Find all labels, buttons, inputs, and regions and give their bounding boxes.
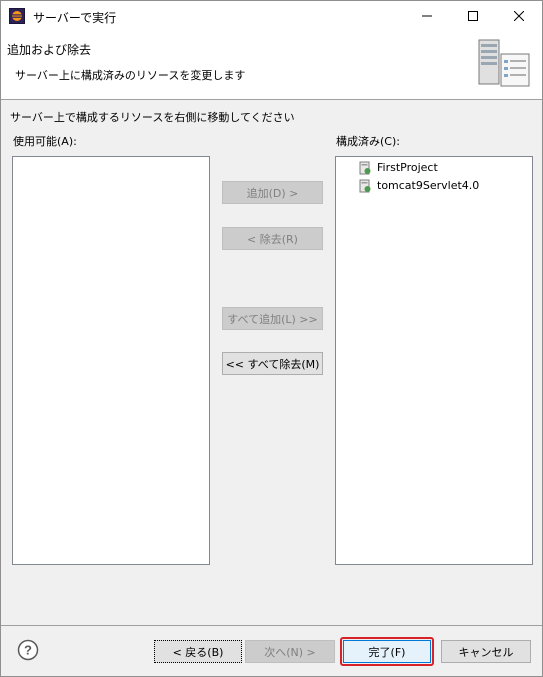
server-wizard-icon [478,39,530,87]
wizard-banner: 追加および除去 サーバー上に構成済みのリソースを変更します [1,31,542,100]
remove-button[interactable]: < 除去(R) [222,227,323,250]
list-item-label: tomcat9Servlet4.0 [377,179,480,192]
next-button[interactable]: 次へ(N) > [245,640,335,663]
minimize-icon [422,15,432,17]
list-item-label: FirstProject [377,161,438,174]
help-icon[interactable]: ? [17,639,39,661]
footer-divider [1,625,542,626]
instruction-text: サーバー上で構成するリソースを右側に移動してください [10,111,295,124]
title-bar: サーバーで実行 [1,1,542,31]
add-all-button[interactable]: すべて追加(L) >> [222,307,323,330]
add-button[interactable]: 追加(D) > [222,181,323,204]
list-item[interactable]: tomcat9Servlet4.0 [358,177,479,194]
list-item[interactable]: FirstProject [358,159,438,176]
available-list[interactable] [12,156,210,565]
configured-label: 構成済み(C): [336,135,400,148]
available-label: 使用可能(A): [13,135,77,148]
banner-title: 追加および除去 [7,43,92,57]
cancel-button[interactable]: キャンセル [441,640,531,663]
close-icon [514,11,524,21]
remove-all-button[interactable]: << すべて除去(M) [222,352,323,375]
banner-description: サーバー上に構成済みのリソースを変更します [15,69,246,82]
maximize-icon [468,11,478,21]
configured-list[interactable]: FirstProject tomcat9Servlet4.0 [335,156,533,565]
svg-text:?: ? [24,643,32,658]
project-icon [359,179,371,192]
finish-button[interactable]: 完了(F) [343,640,431,663]
close-button[interactable] [496,1,542,31]
project-icon [359,161,371,174]
eclipse-app-icon [9,8,25,24]
maximize-button[interactable] [450,1,496,31]
run-on-server-dialog: サーバーで実行 追加および除去 サーバー上に構成済みのリソースを変更します サー… [0,0,543,677]
back-button[interactable]: < 戻る(B) [154,640,242,663]
window-title: サーバーで実行 [33,11,117,25]
minimize-button[interactable] [404,1,450,31]
